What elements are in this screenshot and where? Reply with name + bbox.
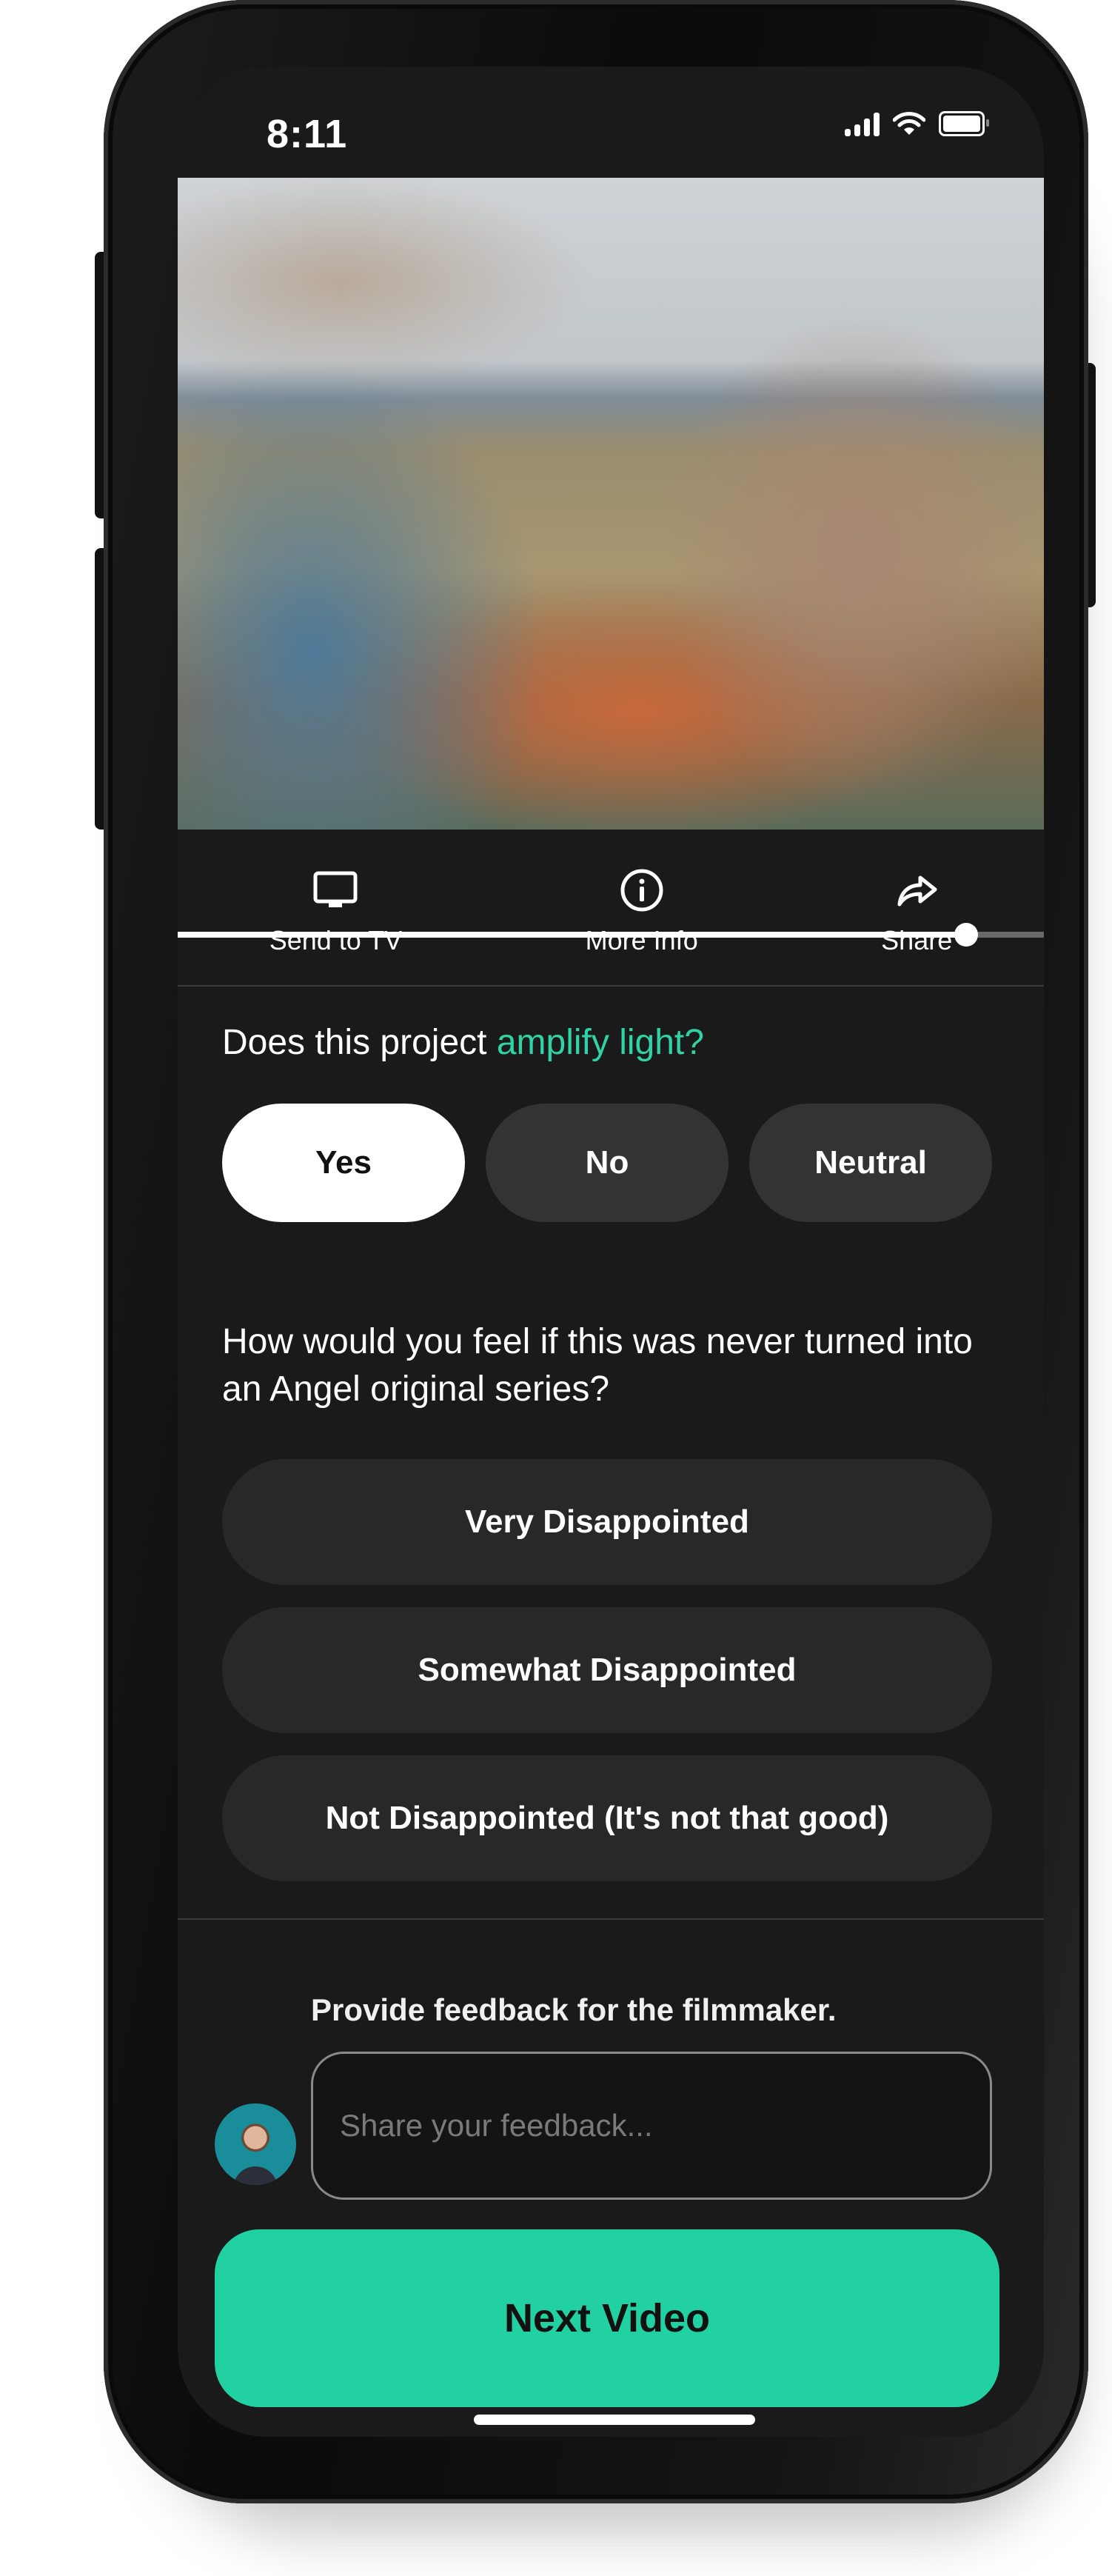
battery-icon xyxy=(939,111,989,136)
question-amplify-light: Does this project amplify light? xyxy=(222,1022,704,1063)
not-disappointed-button[interactable]: Not Disappointed (It's not that good) xyxy=(222,1755,992,1881)
disappointment-options: Very Disappointed Somewhat Disappointed … xyxy=(222,1459,992,1881)
feedback-label: Provide feedback for the filmmaker. xyxy=(311,1992,837,2027)
share-button[interactable]: Share xyxy=(881,866,952,956)
more-info-label: More Info xyxy=(585,925,698,955)
share-label: Share xyxy=(881,925,953,955)
send-to-tv-label: Send to TV xyxy=(269,925,403,955)
send-to-tv-button[interactable]: Send to TV xyxy=(269,866,402,956)
filmmaker-avatar xyxy=(215,2103,296,2185)
cellular-signal-icon xyxy=(845,111,880,136)
somewhat-disappointed-button[interactable]: Somewhat Disappointed xyxy=(222,1607,992,1733)
wifi-icon xyxy=(893,112,925,135)
video-actions-bar: Send to TV More Info Share xyxy=(178,837,1044,987)
question-disappointment: How would you feel if this was never tur… xyxy=(222,1322,973,1409)
yes-button[interactable]: Yes xyxy=(222,1104,465,1222)
no-button[interactable]: No xyxy=(486,1104,729,1222)
app-screen: 8:11 Send to TV More Info Share Does thi… xyxy=(178,67,1044,2437)
feedback-input[interactable] xyxy=(311,2052,992,2200)
status-time: 8:11 xyxy=(267,112,348,156)
neutral-button[interactable]: Neutral xyxy=(749,1104,992,1222)
status-icons xyxy=(845,111,989,136)
question-highlight: amplify light? xyxy=(496,1023,704,1062)
next-video-button[interactable]: Next Video xyxy=(215,2229,999,2407)
very-disappointed-button[interactable]: Very Disappointed xyxy=(222,1459,992,1585)
more-info-button[interactable]: More Info xyxy=(586,866,698,956)
home-indicator[interactable] xyxy=(474,2415,755,2425)
video-player[interactable] xyxy=(178,178,1044,947)
info-icon xyxy=(620,869,663,912)
tv-icon xyxy=(313,871,358,907)
question-prefix: Does this project xyxy=(222,1023,497,1062)
share-icon xyxy=(897,875,937,907)
amplify-light-choices: Yes No Neutral xyxy=(222,1104,992,1222)
section-divider xyxy=(178,1918,1044,1920)
